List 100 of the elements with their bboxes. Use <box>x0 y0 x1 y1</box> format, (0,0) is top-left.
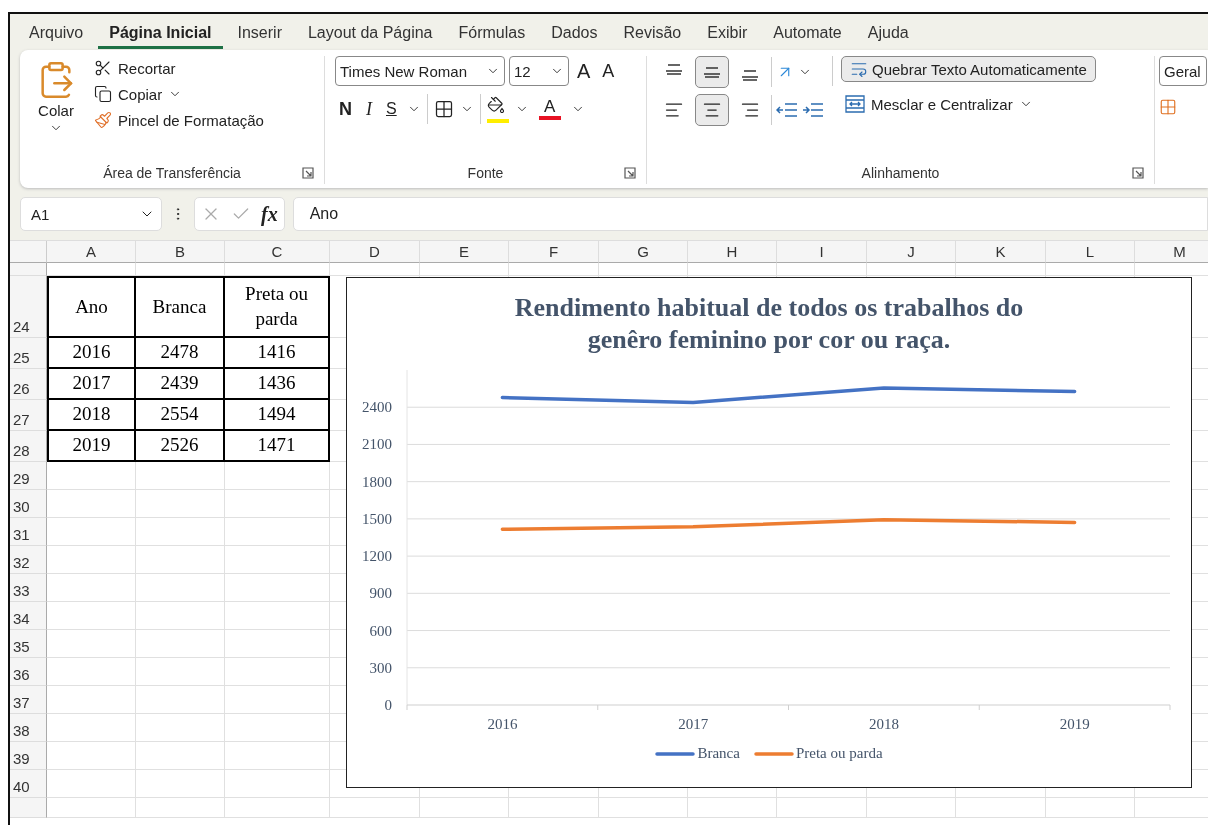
table-cell: 1436 <box>225 369 330 400</box>
wrap-text-button[interactable]: Quebrar Texto Automaticamente <box>841 56 1096 82</box>
column-header[interactable]: F <box>509 241 599 263</box>
column-header[interactable]: L <box>1046 241 1135 263</box>
horizontal-align-button[interactable] <box>695 94 729 126</box>
row-header[interactable]: 39 <box>10 742 47 770</box>
row-header[interactable]: 38 <box>10 714 47 742</box>
ribbon-tab[interactable]: Inserir <box>226 19 293 49</box>
name-box[interactable]: A1 <box>20 197 162 231</box>
row-header[interactable]: 37 <box>10 686 47 714</box>
table-cell: 2016 <box>47 338 136 369</box>
font-size-dropdown[interactable]: 12 <box>509 56 569 86</box>
copy-button[interactable]: Copiar <box>90 82 268 106</box>
y-tick-label: 600 <box>369 622 392 639</box>
shrink-font-button[interactable]: A <box>598 60 619 82</box>
row-header[interactable]: 36 <box>10 658 47 686</box>
y-tick-label: 1200 <box>362 548 392 565</box>
dialog-launcher-icon[interactable] <box>1132 167 1144 179</box>
row-header[interactable]: 24 <box>10 276 47 338</box>
chart-title: Rendimento habitual de todos os trabalhos do genêro feminino por cor ou raça. <box>513 292 1025 356</box>
align-lines-icon <box>664 63 684 75</box>
table-cell: Ano <box>47 276 136 338</box>
row-header[interactable]: 28 <box>10 431 47 462</box>
y-tick-label: 900 <box>369 585 392 602</box>
column-header[interactable]: A <box>47 241 136 263</box>
merge-center-button[interactable]: Mesclar e Centralizar <box>841 92 1096 116</box>
font-name-dropdown[interactable]: Times New Roman <box>335 56 505 86</box>
column-header[interactable]: G <box>599 241 688 263</box>
column-header[interactable]: J <box>867 241 956 263</box>
column-header[interactable]: K <box>956 241 1046 263</box>
column-header[interactable]: E <box>420 241 509 263</box>
bold-button[interactable]: N <box>335 98 356 120</box>
copy-icon <box>94 85 112 103</box>
ribbon-tab[interactable]: Revisão <box>612 19 693 49</box>
underline-button[interactable]: S <box>382 99 401 119</box>
table-cell: Preta ou parda <box>225 276 330 338</box>
y-tick-label: 1800 <box>362 473 392 490</box>
format-painter-button[interactable]: Pincel de Formatação <box>90 108 268 132</box>
paste-button[interactable]: Colar <box>30 56 82 162</box>
ribbon-tab[interactable]: Automate <box>762 19 853 49</box>
y-tick-label: 2400 <box>362 399 392 416</box>
column-header[interactable]: D <box>330 241 420 263</box>
group-label: Área de Transferência <box>103 165 241 181</box>
table-cell: 2439 <box>136 369 225 400</box>
column-header[interactable]: C <box>225 241 330 263</box>
ribbon-tab[interactable]: Exibir <box>696 19 759 49</box>
x-tick-label: 2016 <box>487 716 518 732</box>
column-header[interactable]: M <box>1135 241 1208 263</box>
borders-icon <box>433 99 454 119</box>
row-header[interactable]: 31 <box>10 518 47 546</box>
row-header[interactable]: 29 <box>10 462 47 490</box>
grow-font-button[interactable]: A <box>573 59 595 83</box>
ribbon-tab[interactable]: Dados <box>540 19 609 49</box>
table-cell: 1471 <box>225 431 330 462</box>
column-header[interactable]: I <box>777 241 867 263</box>
group-label: Fonte <box>467 165 504 181</box>
insert-function-button[interactable]: fx <box>261 202 278 226</box>
row-header[interactable]: 35 <box>10 630 47 658</box>
x-tick-label: 2017 <box>678 716 709 732</box>
vertical-align-button[interactable] <box>695 56 729 88</box>
number-format-dropdown[interactable]: Geral <box>1159 56 1207 86</box>
paint-bucket-icon <box>486 95 505 114</box>
dialog-launcher-icon[interactable] <box>302 167 314 179</box>
x-tick-label: 2018 <box>868 716 899 732</box>
column-header[interactable]: H <box>688 241 777 263</box>
increase-indent-icon[interactable] <box>802 101 824 119</box>
formula-field[interactable]: Ano <box>292 197 1208 231</box>
align-lines-icon <box>740 69 760 81</box>
group-label: Alinhamento <box>861 165 940 181</box>
cut-button[interactable]: Recortar <box>90 56 268 80</box>
table-cell: 2019 <box>47 431 136 462</box>
legend-item: Branca <box>655 745 740 762</box>
row-header[interactable]: 27 <box>10 400 47 431</box>
conditional-format-icon <box>1159 98 1177 116</box>
column-header[interactable]: B <box>136 241 225 263</box>
y-tick-label: 0 <box>384 697 392 713</box>
row-header[interactable]: 32 <box>10 546 47 574</box>
ribbon-tab[interactable]: Ajuda <box>856 19 920 49</box>
row-header[interactable]: 25 <box>10 338 47 369</box>
y-tick-label: 2100 <box>362 436 392 453</box>
ribbon-tab[interactable]: Fórmulas <box>447 19 537 49</box>
row-header[interactable]: 33 <box>10 574 47 602</box>
x-tick-label: 2019 <box>1059 716 1090 732</box>
ribbon-tab[interactable]: Arquivo <box>18 19 95 49</box>
table-cell: 1494 <box>225 400 330 431</box>
dialog-launcher-icon[interactable] <box>624 167 636 179</box>
row-header[interactable]: 30 <box>10 490 47 518</box>
decrease-indent-icon[interactable] <box>776 101 798 119</box>
row-header[interactable]: 26 <box>10 369 47 400</box>
table-cell: Branca <box>136 276 225 338</box>
table-cell: 2478 <box>136 338 225 369</box>
merge-cells-icon <box>845 95 865 113</box>
italic-button[interactable]: I <box>362 98 376 120</box>
scissors-icon <box>94 59 112 77</box>
table-cell: 1416 <box>225 338 330 369</box>
row-header[interactable]: 34 <box>10 602 47 630</box>
font-color-button[interactable]: A <box>534 96 565 122</box>
row-header[interactable]: 40 <box>10 770 47 798</box>
ribbon-tab[interactable]: Layout da Página <box>296 19 444 49</box>
fill-color-button[interactable] <box>486 95 509 123</box>
